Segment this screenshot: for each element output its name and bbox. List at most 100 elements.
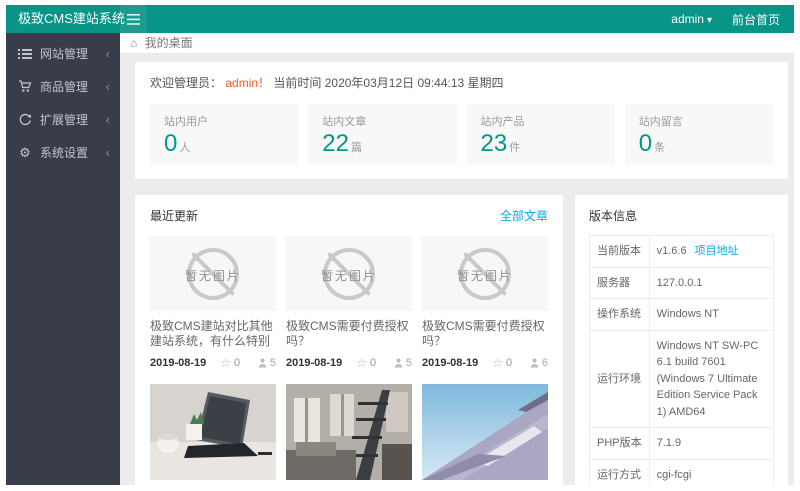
views-icon [394,358,403,368]
welcome-time: 当前时间 2020年03月12日 09:44:13 星期四 [273,76,503,90]
sidebar-item-label: 商品管理 [40,78,88,95]
welcome-message: 欢迎管理员： admin！ 当前时间 2020年03月12日 09:44:13 … [150,74,773,91]
article-card[interactable]: 暂无图片 极致CMS建站对比其他建站系统，有什么特别明显的优势？ 2019-08… [150,236,276,370]
no-image-label: 暂无图片 [150,267,276,284]
app-logo: 极致CMS建站系统 [6,5,120,33]
article-title[interactable]: 极致CMS需要付费授权吗？ [422,319,548,349]
stat-unit: 人 [179,142,190,154]
version-value: Windows NT SW-PC 6.1 build 7601 (Windows… [649,330,773,428]
views-icon [258,358,267,368]
list-icon [18,47,32,61]
stat-card-users: 站内用户 0人 [150,104,298,165]
all-articles-link[interactable]: 全部文章 [500,207,548,224]
article-thumbnail: 暂无图片 [286,236,412,311]
stat-unit: 篇 [351,142,362,154]
version-label: 操作系统 [590,299,650,331]
top-header: 极致CMS建站系统 admin▾ 前台首页 [6,5,794,33]
project-url-link[interactable]: 项目地址 [695,245,739,257]
stat-value: 23 [481,130,508,157]
star-icon: ☆ [220,356,231,370]
admin-app: 极致CMS建站系统 admin▾ 前台首页 网站管理 ‹ [6,5,794,485]
version-value: 7.1.9 [649,428,773,460]
version-label: 服务器 [590,267,650,299]
welcome-card: 欢迎管理员： admin！ 当前时间 2020年03月12日 09:44:13 … [135,62,788,179]
stat-label: 站内文章 [322,113,442,129]
views-icon [530,358,539,368]
article-date: 2019-08-19 [286,357,342,369]
version-info-panel: 版本信息 当前版本 v1.6.6项目地址 服务器 127.0. [575,195,788,485]
stat-label: 站内用户 [164,113,284,129]
gear-icon: ⚙ [18,146,32,160]
article-thumbnail: 暂无图片 [422,236,548,311]
version-label: PHP版本 [590,428,650,460]
frontend-home-link[interactable]: 前台首页 [732,11,780,28]
content-area: 欢迎管理员： admin！ 当前时间 2020年03月12日 09:44:13 … [120,54,794,485]
table-row: 运行方式 cgi-fcgi [590,459,774,485]
chevron-left-icon: ‹ [106,79,110,94]
version-value: Windows NT [649,299,773,331]
no-image-label: 暂无图片 [422,267,548,284]
stat-value: 22 [322,130,349,157]
stat-value: 0 [164,130,177,157]
article-card[interactable]: 暂无图片 极致CMS需要付费授权吗？ 2019-08-19 ☆0 5 [286,236,412,370]
chevron-down-icon: ▾ [707,15,712,26]
stat-card-articles: 站内文章 22篇 [308,104,456,165]
article-title[interactable]: 极致CMS建站对比其他建站系统，有什么特别明显的优势？ [150,319,276,349]
star-icon: ☆ [356,356,367,370]
stat-card-messages: 站内留言 0条 [625,104,773,165]
sidebar-toggle-button[interactable] [120,5,146,33]
version-value: v1.6.6 [657,245,687,257]
article-title[interactable]: 极致CMS需要付费授权吗？ [286,319,412,349]
version-value: cgi-fcgi [649,459,773,485]
welcome-bang: ！ [258,76,270,90]
header-right: admin▾ 前台首页 [671,5,794,33]
article-views: 6 [542,357,548,369]
sidebar-item-label: 网站管理 [40,45,88,62]
article-thumbnail [150,384,276,480]
table-row: 服务器 127.0.0.1 [590,267,774,299]
stat-card-products: 站内产品 23件 [467,104,615,165]
version-label: 当前版本 [590,236,650,268]
article-stars: 0 [506,357,512,369]
version-value: 127.0.0.1 [649,267,773,299]
sidebar: 网站管理 ‹ 商品管理 ‹ 扩展管理 ‹ ⚙ 系统设置 ‹ [6,33,120,485]
sidebar-item-label: 扩展管理 [40,111,88,128]
recent-updates-title: 最近更新 [150,207,198,224]
sidebar-item-label: 系统设置 [40,144,88,161]
article-thumbnail [422,384,548,480]
sidebar-item-product-management[interactable]: 商品管理 ‹ [6,70,120,103]
hamburger-icon [127,14,140,25]
article-card[interactable]: 暂无图片 极致CMS需要付费授权吗？ 2019-08-19 ☆0 6 [422,236,548,370]
laptop-desk-photo [150,384,276,480]
article-card[interactable]: 极致CMS新闻测试标题 2019-08-09 ☆0 6 [422,384,548,485]
no-image-label: 暂无图片 [286,267,412,284]
stats-row: 站内用户 0人 站内文章 22篇 站内产品 23件 站内留言 [150,104,773,165]
star-icon: ☆ [492,356,503,370]
article-thumbnail: 暂无图片 [150,236,276,311]
stat-label: 站内留言 [639,113,759,129]
breadcrumb-label[interactable]: 我的桌面 [145,36,193,50]
loft-interior-photo [286,384,412,480]
chevron-left-icon: ‹ [106,145,110,160]
home-icon: ⌂ [130,36,137,50]
article-thumbnail [286,384,412,480]
cart-icon [18,80,32,94]
welcome-prefix: 欢迎管理员： [150,76,222,90]
sidebar-item-system-settings[interactable]: ⚙ 系统设置 ‹ [6,136,120,169]
stat-unit: 条 [654,142,665,154]
user-menu-label: admin [671,12,704,26]
roof-architecture-photo [422,384,548,480]
stat-value: 0 [639,130,652,157]
table-row: 当前版本 v1.6.6 项目地址 [590,236,774,268]
user-menu[interactable]: admin▾ [671,12,712,26]
sidebar-item-extension-management[interactable]: 扩展管理 ‹ [6,103,120,136]
version-info-table: 当前版本 v1.6.6 项目地址 服务器 127.0.0.1 操作系统 [589,235,774,485]
article-card[interactable]: 极致CMS新闻测试标题 2019-08-09 ☆0 8 [286,384,412,485]
chevron-left-icon: ‹ [106,112,110,127]
article-card[interactable]: 极致CMS新闻测试标题1 2019-08-09 ☆0 15 [150,384,276,485]
sidebar-item-site-management[interactable]: 网站管理 ‹ [6,37,120,70]
welcome-username: admin [225,76,258,90]
version-label: 运行方式 [590,459,650,485]
article-stars: 0 [234,357,240,369]
table-row: 运行环境 Windows NT SW-PC 6.1 build 7601 (Wi… [590,330,774,428]
